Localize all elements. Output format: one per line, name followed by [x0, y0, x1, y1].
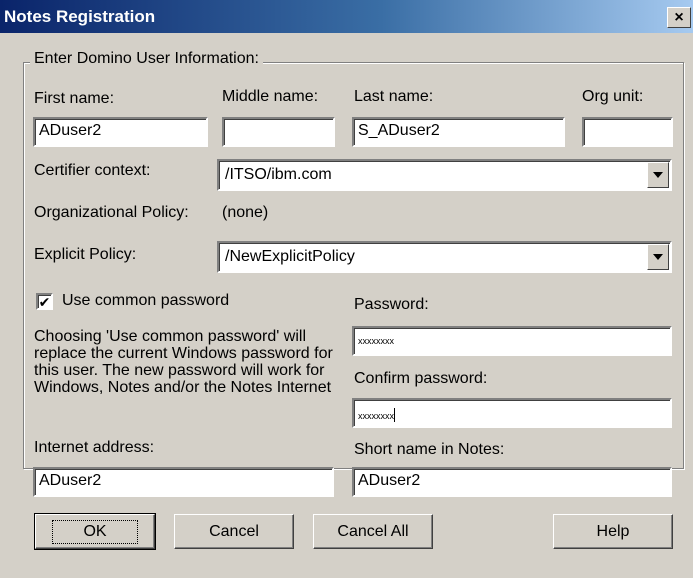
- short-name-field[interactable]: ADuser2: [352, 467, 672, 497]
- help-button[interactable]: Help: [553, 514, 673, 549]
- title-bar: Notes Registration ×: [0, 0, 693, 33]
- certifier-context-value: /ITSO/ibm.com: [225, 166, 332, 183]
- window-title: Notes Registration: [4, 7, 156, 26]
- short-name-label: Short name in Notes:: [354, 441, 505, 458]
- internet-address-field[interactable]: ADuser2: [33, 467, 334, 497]
- certifier-context-select[interactable]: /ITSO/ibm.com: [217, 159, 672, 191]
- cancel-all-button-label: Cancel All: [337, 522, 409, 540]
- internet-address-label: Internet address:: [34, 439, 155, 456]
- explicit-policy-value: /NewExplicitPolicy: [225, 248, 355, 265]
- ok-button-label: OK: [52, 519, 138, 544]
- explicit-policy-select[interactable]: /NewExplicitPolicy: [217, 241, 672, 273]
- confirm-password-value: xxxxxxxx: [358, 411, 394, 421]
- middle-name-label: Middle name:: [222, 88, 319, 105]
- group-legend: Enter Domino User Information:: [30, 50, 263, 68]
- close-icon: ×: [674, 8, 684, 26]
- explicit-policy-dropdown-button[interactable]: [647, 244, 669, 270]
- use-common-password-checkbox[interactable]: ✔: [36, 293, 53, 310]
- chevron-down-icon: [653, 172, 663, 178]
- help-button-label: Help: [596, 522, 630, 540]
- cancel-button-label: Cancel: [209, 522, 259, 540]
- close-button[interactable]: ×: [667, 7, 691, 28]
- cancel-all-button[interactable]: Cancel All: [313, 514, 433, 549]
- org-policy-value: (none): [222, 204, 269, 221]
- chevron-down-icon: [653, 254, 663, 260]
- confirm-password-label: Confirm password:: [354, 370, 488, 387]
- org-unit-label: Org unit:: [582, 88, 644, 105]
- explicit-policy-label: Explicit Policy:: [34, 246, 137, 263]
- password-field[interactable]: xxxxxxxx: [352, 326, 672, 356]
- use-common-password-label[interactable]: Use common password: [62, 292, 229, 310]
- password-label: Password:: [354, 296, 429, 313]
- org-policy-label: Organizational Policy:: [34, 204, 189, 221]
- cancel-button[interactable]: Cancel: [174, 514, 294, 549]
- text-cursor: [394, 408, 395, 422]
- last-name-field[interactable]: S_ADuser2: [352, 117, 565, 147]
- first-name-field[interactable]: ADuser2: [33, 117, 208, 147]
- certifier-dropdown-button[interactable]: [647, 162, 669, 188]
- ok-button[interactable]: OK: [34, 513, 156, 550]
- certifier-context-label: Certifier context:: [34, 162, 151, 179]
- common-password-help-text: Choosing 'Use common password' will repl…: [34, 328, 333, 396]
- first-name-label: First name:: [34, 90, 115, 107]
- org-unit-field[interactable]: [582, 117, 673, 147]
- confirm-password-field[interactable]: xxxxxxxx: [352, 398, 672, 428]
- last-name-label: Last name:: [354, 88, 434, 105]
- checkmark-icon: ✔: [38, 293, 51, 310]
- middle-name-field[interactable]: [222, 117, 335, 147]
